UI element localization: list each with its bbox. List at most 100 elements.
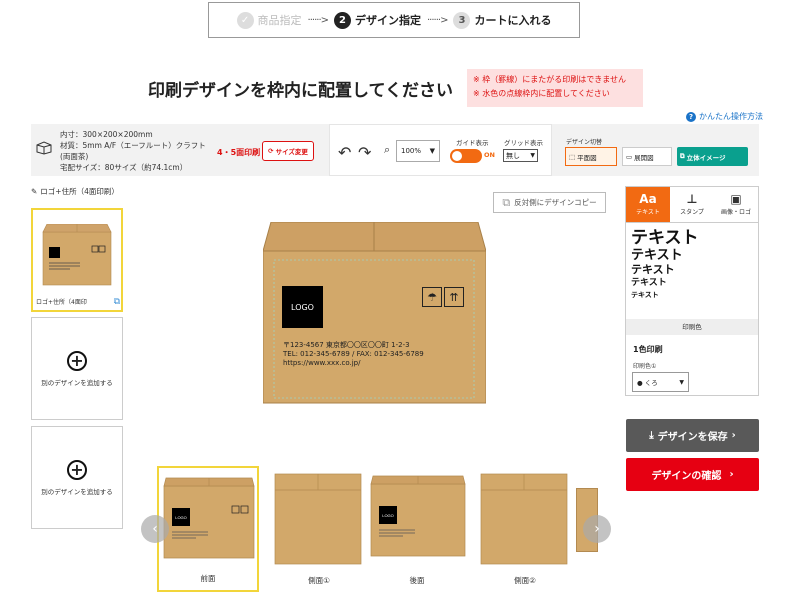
copy-icon[interactable]: ⧉ <box>114 297 120 307</box>
face-thumb-front[interactable]: LOGO 前面 <box>157 466 259 592</box>
address-text[interactable]: 〒123-4567 東京都〇〇区〇〇町 1-2-3 TEL: 012-345-6… <box>283 341 424 368</box>
howto-link[interactable]: ? かんたん操作方法 <box>686 111 763 122</box>
stamp-icon: ⊥ <box>686 192 698 206</box>
add-design-slot[interactable]: + 別のデザインを追加する <box>31 426 123 529</box>
guide-state: ON <box>484 151 495 159</box>
unfold-view-icon: ▭ <box>626 152 633 161</box>
size-change-label: サイズ変更 <box>275 148 308 156</box>
print-sides: 4・5面印刷 <box>217 148 261 157</box>
guide-toggle[interactable] <box>450 149 482 163</box>
refresh-icon: ⟳ <box>268 147 274 155</box>
caret-down-icon: ▼ <box>679 378 684 386</box>
save-design-button[interactable]: ⤓ デザインを保存 › <box>626 419 759 452</box>
step-indicator: ✓ 商品指定 ······> 2 デザイン指定 ······> 3 カートに入れ… <box>208 2 580 38</box>
box-icon <box>36 141 52 155</box>
text-sample-s[interactable]: テキスト <box>631 277 753 290</box>
grid-label: グリッド表示 <box>504 139 543 147</box>
face-label: 側面② <box>514 576 536 585</box>
add-design-label: 別のデザインを追加する <box>41 487 113 496</box>
box-inner-size: 内寸：300×200×200mm <box>60 130 153 139</box>
zoom-value: 100% <box>401 147 422 155</box>
prev-arrow-icon[interactable]: ‹ <box>141 515 169 543</box>
design-switch-label: デザイン切替 <box>566 139 603 146</box>
confirm-design-button[interactable]: デザインの確認 › <box>626 458 759 491</box>
size-change-button[interactable]: ⟳ サイズ変更 <box>262 141 314 161</box>
guide-label: ガイド表示 <box>456 139 489 147</box>
text-sample-m[interactable]: テキスト <box>631 263 753 277</box>
tab-text[interactable]: Aa テキスト <box>626 187 670 222</box>
view-unfold-button[interactable]: ▭ 展開図 <box>622 147 672 166</box>
step-1-label: 商品指定 <box>257 14 302 27</box>
grid-select[interactable]: 無し ▼ <box>503 149 538 162</box>
page-title: 印刷デザインを枠内に配置してください <box>148 81 453 101</box>
copy-button-label: 反対側にデザインコピー <box>514 198 597 207</box>
step-2-number: 2 <box>334 11 351 29</box>
caret-down-icon: ▼ <box>429 147 435 155</box>
face-label: 側面① <box>308 576 330 585</box>
tab-text-label: テキスト <box>636 209 660 216</box>
flat-view-icon: ⬚ <box>569 152 576 161</box>
color-value: ● くろ <box>637 379 658 387</box>
thumb-caption-row: ロゴ+住所（4面印 ⧉ <box>36 297 120 307</box>
plus-circle-icon: + <box>67 459 87 480</box>
logo-placeholder[interactable]: LOGO <box>282 286 323 328</box>
box-shipping-size: 宅配サイズ：80サイズ（約74.1cm） <box>60 163 188 172</box>
face-thumb-back[interactable]: LOGO 後面 <box>366 466 468 592</box>
add-design-slot[interactable]: + 別のデザインを追加する <box>31 317 123 420</box>
edit-icon: ✎ <box>31 187 38 196</box>
add-design-label: 別のデザインを追加する <box>41 378 113 387</box>
view-3d-button[interactable]: ⧉ 立体イメージ <box>677 147 748 166</box>
print-color-header: 印刷色 <box>626 319 758 335</box>
box-material: 材質：5mm A/F（エーフルート）クラフト <box>60 141 206 150</box>
tab-stamp-label: スタンプ <box>680 209 704 216</box>
box-material-note: (両面茶) <box>60 152 89 161</box>
svg-text:LOGO: LOGO <box>175 515 187 520</box>
design-list-title: ✎ ロゴ+住所（4面印刷） <box>31 186 119 197</box>
download-icon: ⤓ <box>649 430 654 441</box>
thumb-caption: ロゴ+住所（4面印 <box>36 299 87 306</box>
chevron-right-icon: › <box>729 469 734 480</box>
view-flat-button[interactable]: ⬚ 平面図 <box>565 147 617 166</box>
print-color-select[interactable]: ● くろ ▼ <box>632 372 689 392</box>
save-label: デザインを保存 <box>657 432 728 443</box>
step-1: ✓ 商品指定 <box>236 11 302 29</box>
notice-line-1: ※ 枠（罫線）にまたがる印刷はできません <box>473 75 627 84</box>
handling-marks[interactable]: ☂ ⇈ <box>422 287 464 307</box>
face-preview <box>274 473 362 565</box>
address-line-2: TEL: 012-345-6789 / FAX: 012-345-6789 <box>283 350 424 358</box>
print-notice: ※ 枠（罫線）にまたがる印刷はできません ※ 水色の点線枠内に配置してください <box>467 69 643 107</box>
tab-image[interactable]: ▣ 画像・ロゴ <box>714 187 758 222</box>
step-2-label: デザイン指定 <box>355 14 421 27</box>
undo-icon[interactable]: ↶ <box>338 143 351 162</box>
design-thumbnail-selected[interactable]: ロゴ+住所（4面印 ⧉ <box>31 208 123 312</box>
design-list-title-text: ロゴ+住所（4面印刷） <box>40 187 119 196</box>
step-3: 3 カートに入れる <box>453 11 551 29</box>
text-sample-l[interactable]: テキスト <box>631 248 753 263</box>
fragile-handling-icon: ☂ <box>422 287 442 307</box>
redo-icon[interactable]: ↷ <box>358 143 371 162</box>
this-side-up-icon: ⇈ <box>444 287 464 307</box>
text-sample-xs[interactable]: テキスト <box>631 290 753 301</box>
zoom-icon: ⌕ <box>384 143 391 156</box>
box-preview-thumb <box>42 224 112 286</box>
image-icon: ▣ <box>730 192 742 206</box>
face-label: 後面 <box>409 576 425 585</box>
zoom-select[interactable]: 100% ▼ <box>396 140 440 162</box>
text-sample-xl[interactable]: テキスト <box>631 229 753 248</box>
step-arrow: ······> <box>307 14 329 26</box>
face-thumb-side1[interactable]: 側面① <box>268 466 370 592</box>
copy-to-opposite-button[interactable]: ⧉ 反対側にデザインコピー <box>493 192 606 213</box>
svg-text:LOGO: LOGO <box>382 513 394 518</box>
copy-icon: ⧉ <box>502 195 511 209</box>
caret-down-icon: ▼ <box>530 152 535 159</box>
check-icon: ✓ <box>236 11 254 29</box>
view-3d-label: 立体イメージ <box>686 153 726 162</box>
tab-stamp[interactable]: ⊥ スタンプ <box>670 187 714 222</box>
next-arrow-icon[interactable]: › <box>583 515 611 543</box>
tab-image-label: 画像・ロゴ <box>720 209 751 216</box>
address-line-3: https://www.xxx.co.jp/ <box>283 359 361 367</box>
one-color-label: 1色印刷 <box>633 345 663 354</box>
face-thumb-side2[interactable]: 側面② <box>474 466 576 592</box>
face-label: 前面 <box>200 574 216 583</box>
step-arrow: ······> <box>427 14 448 26</box>
